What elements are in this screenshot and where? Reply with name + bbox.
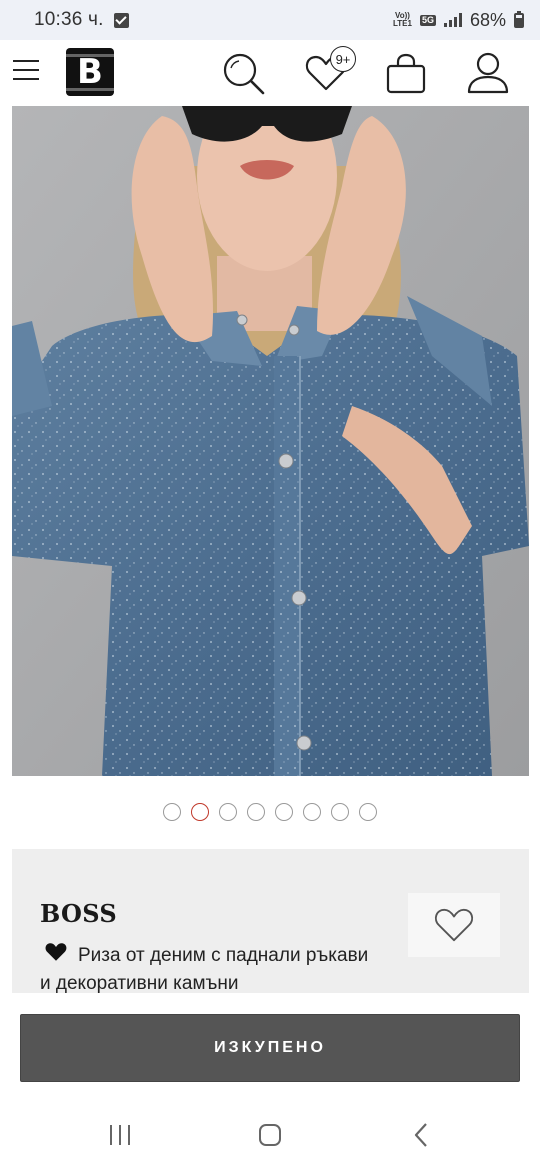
app-header: B 9+ xyxy=(0,40,540,106)
bag-icon xyxy=(386,53,426,94)
wishlist-count-badge: 9+ xyxy=(330,46,356,72)
network-5g-badge: 5G xyxy=(419,14,436,26)
volte-indicator: Vo)) LTE1 xyxy=(393,12,412,28)
logo-letter: B xyxy=(77,52,103,92)
carousel-dot[interactable] xyxy=(163,803,181,821)
cart-button[interactable] xyxy=(384,52,428,96)
add-to-wishlist-button[interactable] xyxy=(408,893,500,957)
battery-icon xyxy=(514,10,524,28)
status-indicators: Vo)) LTE1 5G 68% xyxy=(393,10,524,31)
recent-apps-icon xyxy=(110,1125,130,1145)
product-description: Риза от деним с паднали ръкави и декорат… xyxy=(40,941,410,998)
carousel-dot[interactable] xyxy=(303,803,321,821)
product-info-card: BOSS Риза от деним с паднали ръкави и де… xyxy=(12,849,529,994)
status-time: 10:36 ч. xyxy=(34,9,104,30)
product-page: 10:36 ч. Vo)) LTE1 5G 68% B 9+ BOSS Риза… xyxy=(0,0,540,1170)
status-bar: 10:36 ч. Vo)) LTE1 5G 68% xyxy=(0,0,540,40)
store-logo[interactable]: B xyxy=(66,48,114,96)
back-icon xyxy=(414,1123,427,1147)
user-icon xyxy=(467,52,509,94)
heart-outline-icon xyxy=(434,908,474,942)
product-brand: BOSS xyxy=(40,899,117,928)
menu-button[interactable] xyxy=(12,58,40,82)
carousel-dot[interactable] xyxy=(275,803,293,821)
back-button[interactable] xyxy=(402,1120,442,1150)
description-line-1: Риза от деним с паднали ръкави xyxy=(78,945,369,966)
description-line-2: и декоративни камъни xyxy=(40,973,239,994)
signal-icon xyxy=(443,13,462,27)
menu-icon-line xyxy=(13,60,39,62)
carousel-dot[interactable] xyxy=(191,803,209,821)
system-nav-bar xyxy=(0,1098,540,1170)
product-image[interactable] xyxy=(12,106,529,776)
sold-out-button[interactable]: ИЗКУПЕНО xyxy=(20,1014,520,1082)
carousel-dot[interactable] xyxy=(331,803,349,821)
lte-label: LTE1 xyxy=(392,19,412,28)
wishlist-button[interactable]: 9+ xyxy=(300,46,356,96)
search-button[interactable] xyxy=(220,50,266,96)
home-button[interactable] xyxy=(250,1120,290,1150)
battery-percent: 68% xyxy=(469,9,506,30)
product-photo-illustration xyxy=(12,106,529,776)
home-icon xyxy=(259,1124,281,1146)
heart-filled-icon xyxy=(45,943,67,961)
recent-apps-button[interactable] xyxy=(100,1120,140,1150)
checkbox-notification-icon xyxy=(113,12,129,28)
menu-icon-line xyxy=(13,78,39,80)
menu-icon-line xyxy=(13,69,39,71)
image-carousel-dots xyxy=(0,803,540,821)
account-button[interactable] xyxy=(464,50,512,96)
carousel-dot[interactable] xyxy=(247,803,265,821)
carousel-dot[interactable] xyxy=(219,803,237,821)
carousel-dot[interactable] xyxy=(359,803,377,821)
search-icon xyxy=(223,53,265,95)
